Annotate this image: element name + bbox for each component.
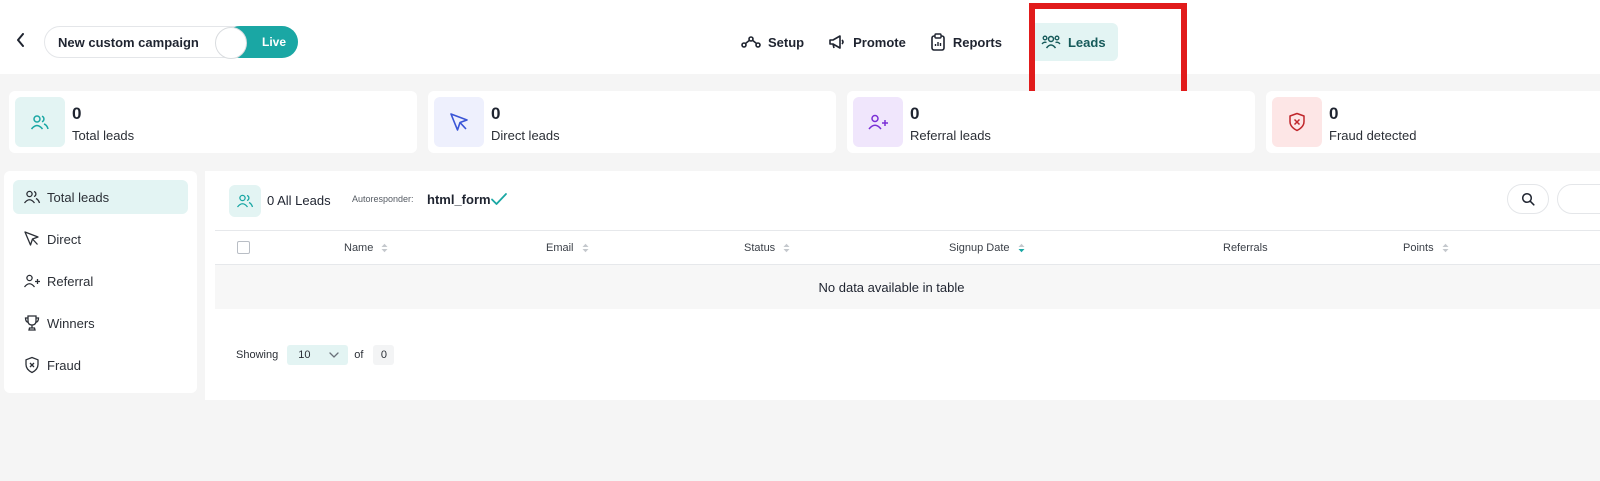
- sort-icon: [381, 243, 388, 253]
- check-icon: [491, 193, 507, 205]
- top-bar: New custom campaign Live Setup Promote R…: [0, 0, 1600, 74]
- total-count: 0: [373, 345, 395, 365]
- pagination: Showing 10 of 0: [236, 345, 395, 365]
- sidebar-item-label: Winners: [47, 315, 95, 331]
- sidebar-item-direct[interactable]: Direct: [13, 222, 188, 256]
- sort-icon: [783, 243, 790, 253]
- cursor-icon: [24, 231, 39, 246]
- column-header-label: Points: [1403, 242, 1434, 254]
- page-size-value: 10: [298, 349, 311, 361]
- shield-x-icon: [25, 356, 39, 374]
- stat-value: 0: [491, 104, 501, 123]
- stat-card-fraud-detected: 0 Fraud detected: [1266, 91, 1600, 153]
- main-nav: Setup Promote Reports Leads: [729, 23, 1118, 61]
- stat-label: Total leads: [72, 128, 135, 143]
- stat-value: 0: [1329, 104, 1339, 123]
- of-label: of: [354, 349, 364, 361]
- sidebar-item-label: Direct: [47, 231, 81, 247]
- column-header-label: Signup Date: [949, 242, 1010, 254]
- setup-icon: [741, 36, 761, 48]
- user-plus-icon: [23, 274, 40, 288]
- users-icon: [1041, 35, 1061, 49]
- campaign-name-pill: New custom campaign Live: [44, 26, 298, 59]
- tab-promote[interactable]: Promote: [816, 23, 918, 61]
- search-icon: [1521, 192, 1535, 206]
- trophy-icon: [24, 315, 40, 331]
- megaphone-icon: [829, 35, 844, 49]
- stat-label: Fraud detected: [1329, 128, 1417, 143]
- empty-table-row: No data available in table: [215, 265, 1600, 309]
- column-header-name[interactable]: Name: [344, 242, 388, 254]
- sidebar-item-label: Total leads: [47, 189, 110, 205]
- stat-card-total-leads: 0 Total leads: [9, 91, 417, 153]
- tab-reports-label: Reports: [952, 34, 1002, 50]
- column-header-signup-date[interactable]: Signup Date: [949, 242, 1025, 254]
- table-header: Name Email Status Signup Date Referrals …: [215, 230, 1600, 265]
- chevron-down-icon: [329, 352, 339, 358]
- stat-label: Direct leads: [491, 128, 560, 143]
- column-header-label: Status: [744, 242, 776, 254]
- tab-leads[interactable]: Leads: [1028, 23, 1118, 61]
- column-header-points[interactable]: Points: [1403, 242, 1449, 254]
- live-toggle-knob: [215, 27, 247, 59]
- cursor-icon: [434, 97, 484, 147]
- stat-card-referral-leads: 0 Referral leads: [847, 91, 1255, 153]
- showing-label: Showing: [236, 349, 279, 361]
- user-plus-icon: [853, 97, 903, 147]
- live-label: Live: [261, 35, 286, 49]
- shield-x-icon: [1272, 97, 1322, 147]
- search-button[interactable]: [1507, 184, 1549, 214]
- leads-sidebar: Total leads Direct Referral Winners Frau…: [4, 171, 197, 393]
- tab-promote-label: Promote: [853, 34, 906, 50]
- users-icon: [23, 190, 41, 204]
- column-header-label: Email: [546, 242, 574, 254]
- stat-label: Referral leads: [910, 128, 991, 143]
- column-header-email[interactable]: Email: [546, 242, 589, 254]
- filter-button[interactable]: [1557, 184, 1600, 214]
- back-button[interactable]: [12, 30, 30, 50]
- sidebar-item-label: Referral: [47, 273, 94, 289]
- leads-table-panel: 0 All Leads Autoresponder: html_form Nam…: [205, 171, 1600, 400]
- column-header-label: Name: [344, 242, 374, 254]
- sidebar-item-fraud[interactable]: Fraud: [13, 348, 188, 382]
- page-size-select[interactable]: 10: [287, 345, 349, 365]
- select-all-checkbox[interactable]: [237, 241, 250, 254]
- column-header-referrals: Referrals: [1223, 242, 1268, 254]
- column-header-label: Referrals: [1223, 242, 1268, 254]
- sidebar-item-referral[interactable]: Referral: [13, 264, 188, 298]
- tab-reports[interactable]: Reports: [918, 23, 1014, 61]
- users-icon: [15, 97, 65, 147]
- sort-desc-icon: [1018, 243, 1025, 253]
- sidebar-item-label: Fraud: [47, 357, 81, 373]
- tab-setup[interactable]: Setup: [729, 23, 816, 61]
- stat-value: 0: [72, 104, 82, 123]
- tab-setup-label: Setup: [768, 34, 805, 50]
- users-icon: [229, 185, 261, 217]
- sidebar-item-winners[interactable]: Winners: [13, 306, 188, 340]
- sort-icon: [582, 243, 589, 253]
- chevron-left-icon: [17, 33, 24, 47]
- clipboard-icon: [931, 33, 945, 51]
- autoresponder-label: Autoresponder:: [352, 194, 414, 204]
- campaign-name: New custom campaign: [58, 34, 199, 50]
- empty-table-message: No data available in table: [818, 279, 965, 295]
- tab-leads-label: Leads: [1067, 34, 1106, 50]
- autoresponder-value: html_form: [427, 192, 491, 207]
- sidebar-item-total-leads[interactable]: Total leads: [13, 180, 188, 214]
- column-header-status[interactable]: Status: [744, 242, 790, 254]
- stat-value: 0: [910, 104, 920, 123]
- stat-card-direct-leads: 0 Direct leads: [428, 91, 836, 153]
- sort-icon: [1442, 243, 1449, 253]
- all-leads-count: 0 All Leads: [267, 193, 331, 208]
